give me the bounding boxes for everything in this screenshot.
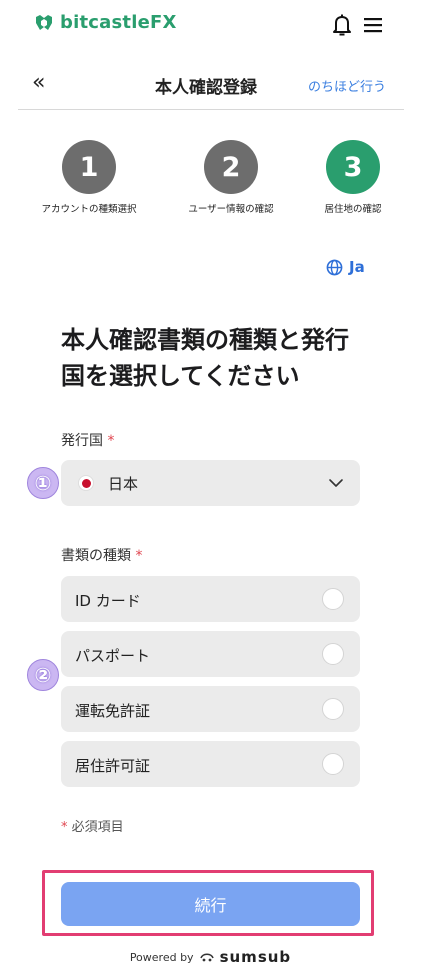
- powered-by: Powered by sumsub: [0, 948, 421, 966]
- required-mark: *: [61, 820, 68, 835]
- step-label: ユーザー情報の確認: [188, 204, 274, 215]
- doc-option-residence-permit[interactable]: 居住許可証: [61, 741, 360, 787]
- required-mark: *: [107, 433, 115, 449]
- country-label-text: 発行国: [61, 433, 103, 449]
- radio-button[interactable]: [322, 753, 344, 775]
- step-number: 1: [62, 140, 116, 194]
- option-label: 居住許可証: [75, 757, 151, 775]
- step-number: 3: [326, 140, 380, 194]
- hamburger-menu-icon[interactable]: [363, 16, 383, 34]
- later-link[interactable]: のちほど行う: [308, 76, 386, 95]
- option-label: 運転免許証: [75, 702, 151, 720]
- language-selector[interactable]: Ja: [326, 258, 365, 276]
- country-label: 発行国 *: [61, 430, 114, 450]
- nav-bar: « 本人確認登録 のちほど行う: [18, 60, 404, 110]
- radio-button[interactable]: [322, 588, 344, 610]
- logo-text: bitcastle: [60, 12, 150, 33]
- sumsub-logo-icon: [199, 953, 214, 962]
- step-label: 居住地の確認: [324, 204, 382, 215]
- language-label: Ja: [349, 258, 365, 276]
- doc-type-label-text: 書類の種類: [61, 548, 131, 564]
- bitcastle-logo-icon: [36, 14, 52, 30]
- option-label: パスポート: [75, 647, 151, 665]
- step-number: 2: [204, 140, 258, 194]
- country-select[interactable]: 日本: [61, 460, 360, 506]
- step-label: アカウントの種類選択: [41, 204, 137, 215]
- continue-button[interactable]: 続行: [61, 882, 360, 926]
- required-mark: *: [135, 548, 143, 564]
- radio-button[interactable]: [322, 643, 344, 665]
- step-account-type: 1 アカウントの種類選択: [24, 140, 154, 215]
- radio-button[interactable]: [322, 698, 344, 720]
- sumsub-brand: sumsub: [219, 948, 292, 966]
- powered-by-text: Powered by: [129, 950, 194, 964]
- globe-icon: [326, 259, 343, 275]
- doc-option-id-card[interactable]: ID カード: [61, 576, 360, 622]
- logo-suffix: FX: [149, 12, 177, 33]
- required-note: * 必須項目: [61, 816, 124, 835]
- doc-type-label: 書類の種類 *: [61, 545, 142, 565]
- doc-option-drivers-license[interactable]: 運転免許証: [61, 686, 360, 732]
- japan-flag-icon: [78, 475, 94, 491]
- chevron-down-icon: [329, 479, 343, 487]
- country-value: 日本: [108, 475, 139, 493]
- section-heading: 本人確認書類の種類と発行国を選択してください: [61, 326, 349, 390]
- step-residence: 3 居住地の確認: [288, 140, 418, 215]
- required-note-text: 必須項目: [71, 820, 124, 835]
- top-bar: bitcastleFX: [0, 0, 421, 52]
- step-user-info: 2 ユーザー情報の確認: [166, 140, 296, 215]
- doc-option-passport[interactable]: パスポート: [61, 631, 360, 677]
- option-label: ID カード: [75, 592, 141, 610]
- annotation-badge-2: ②: [27, 659, 59, 691]
- bell-icon[interactable]: [331, 13, 353, 37]
- annotation-badge-1: ①: [27, 467, 59, 499]
- logo[interactable]: bitcastleFX: [34, 12, 177, 33]
